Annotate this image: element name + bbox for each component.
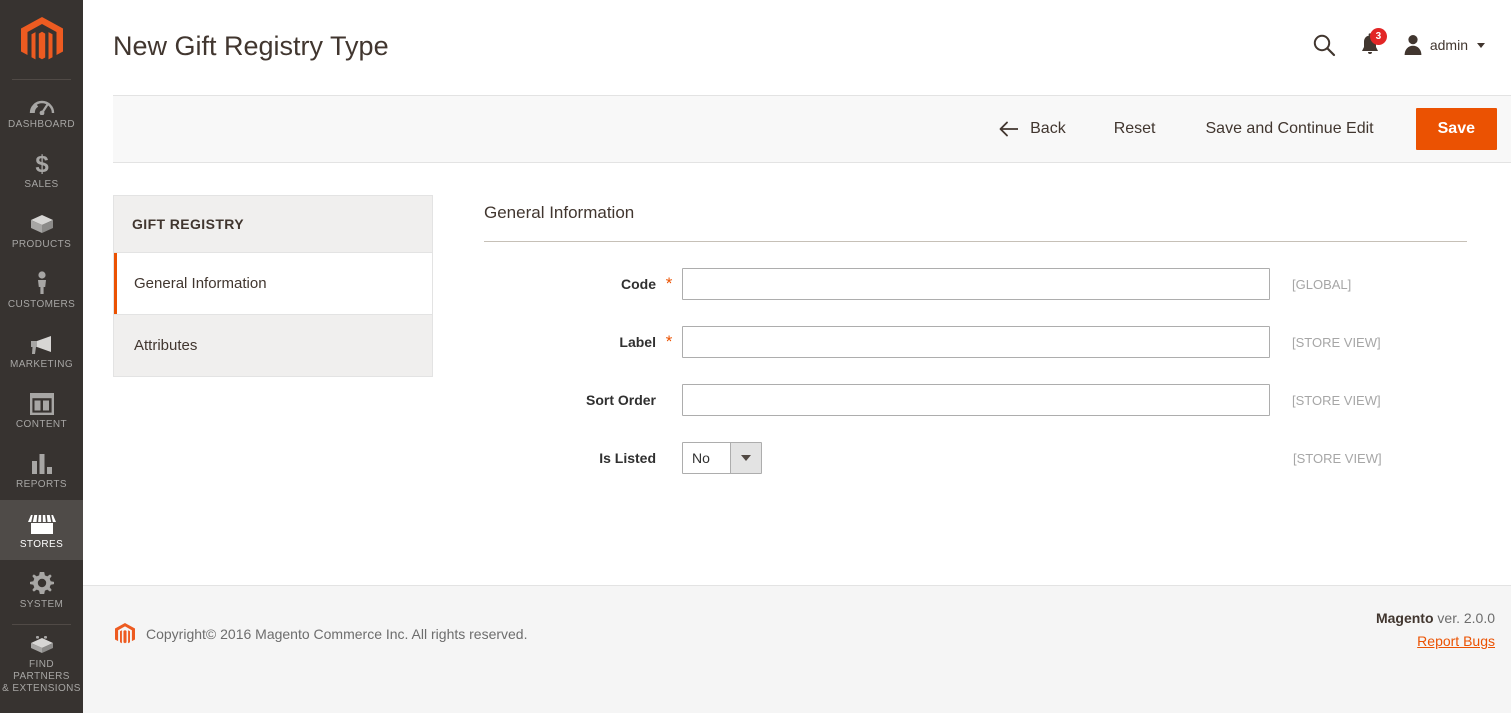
tab-label: Attributes (134, 337, 198, 354)
sidebar-item-find-partners[interactable]: FIND PARTNERS & EXTENSIONS (0, 629, 83, 695)
sidebar-item-label: MARKETING (9, 359, 74, 370)
sidebar-item-label: REPORTS (16, 479, 67, 490)
page-header: New Gift Registry Type 3 admin (83, 0, 1511, 90)
chevron-down-icon (1477, 42, 1485, 48)
save-and-continue-edit-button[interactable]: Save and Continue Edit (1192, 114, 1388, 144)
bar-chart-icon (30, 449, 54, 475)
tab-label: General Information (134, 275, 267, 292)
is-listed-select[interactable]: No (682, 442, 762, 474)
layout-icon (29, 389, 54, 415)
dollar-icon: $ (33, 149, 51, 175)
magento-logo-link[interactable] (0, 0, 83, 80)
sidebar-item-content[interactable]: CONTENT (0, 380, 83, 440)
sidebar-item-reports[interactable]: REPORTS (0, 440, 83, 500)
version-number: ver. 2.0.0 (1433, 610, 1495, 626)
chevron-down-icon (741, 455, 751, 461)
svg-text:$: $ (35, 151, 49, 175)
sort-order-scope-label: [STORE VIEW] (1292, 392, 1381, 408)
copyright-text: Copyright© 2016 Magento Commerce Inc. Al… (146, 626, 528, 642)
sidebar-item-label: FIND PARTNERS & EXTENSIONS (2, 659, 81, 694)
storefront-icon (27, 509, 57, 535)
header-actions: 3 admin (1301, 22, 1491, 68)
sidebar-item-dashboard[interactable]: DASHBOARD (0, 80, 83, 140)
sidebar-item-label: STORES (19, 539, 64, 550)
general-information-form: General Information Code * [GLOBAL] Labe… (484, 203, 1467, 474)
page-footer: Copyright© 2016 Magento Commerce Inc. Al… (83, 585, 1511, 713)
sidebar-item-label: CONTENT (15, 419, 68, 430)
sidebar-item-label: CUSTOMERS (7, 299, 76, 310)
box-icon (29, 209, 55, 235)
sort-order-field-label: Sort Order (585, 392, 656, 408)
version-text: Magento ver. 2.0.0 (1376, 610, 1495, 626)
label-scope-label: [STORE VIEW] (1292, 334, 1381, 350)
form-section-title: General Information (484, 203, 1467, 242)
sidebar-item-marketing[interactable]: MARKETING (0, 320, 83, 380)
tab-general-information[interactable]: General Information (114, 253, 432, 315)
select-dropdown-button[interactable] (730, 443, 761, 473)
tab-attributes[interactable]: Attributes (114, 315, 432, 376)
nav-divider (12, 624, 71, 625)
code-scope-label: [GLOBAL] (1292, 276, 1352, 292)
field-row-is-listed: Is Listed * No [STORE VIEW] (484, 442, 1467, 474)
brand-name: Magento (1375, 610, 1434, 626)
sidebar-item-customers[interactable]: CUSTOMERS (0, 260, 83, 320)
label-field-label: Label (619, 334, 656, 350)
page-body: GIFT REGISTRY General Information Attrib… (83, 163, 1511, 585)
arrow-left-icon (999, 121, 1019, 137)
code-field-label: Code (621, 276, 656, 292)
admin-page: DASHBOARD $ SALES PRODUCTS CUSTOMERS MAR… (0, 0, 1511, 713)
field-row-sort-order: Sort Order * [STORE VIEW] (484, 384, 1467, 416)
sidebar-item-stores[interactable]: STORES (0, 500, 83, 560)
left-navigation: DASHBOARD $ SALES PRODUCTS CUSTOMERS MAR… (0, 0, 83, 713)
label-input[interactable] (682, 326, 1270, 358)
required-asterisk-placeholder: * (656, 395, 682, 405)
reset-button[interactable]: Reset (1100, 114, 1170, 144)
tabs-panel-heading: GIFT REGISTRY (114, 196, 432, 253)
save-button[interactable]: Save (1415, 108, 1497, 150)
page-title: New Gift Registry Type (113, 31, 389, 61)
required-asterisk-icon: * (665, 274, 673, 293)
sidebar-item-products[interactable]: PRODUCTS (0, 200, 83, 260)
footer-copyright-block: Copyright© 2016 Magento Commerce Inc. Al… (115, 623, 528, 645)
megaphone-icon (29, 329, 55, 355)
search-button[interactable] (1301, 22, 1347, 68)
sidebar-item-label: SYSTEM (19, 599, 64, 610)
sidebar-item-system[interactable]: SYSTEM (0, 560, 83, 620)
back-button-label: Back (1030, 120, 1066, 137)
is-listed-scope-label: [STORE VIEW] (1293, 450, 1382, 466)
dashboard-icon (29, 89, 55, 115)
sort-order-input[interactable] (682, 384, 1270, 416)
user-menu[interactable]: admin (1393, 22, 1491, 68)
person-icon (34, 269, 50, 295)
brick-icon (29, 629, 55, 655)
is-listed-selected-value: No (692, 450, 710, 466)
sidebar-item-label: SALES (24, 179, 59, 190)
is-listed-field-label: Is Listed (599, 450, 656, 466)
report-bugs-link[interactable]: Report Bugs (1376, 633, 1495, 649)
gear-icon (29, 569, 54, 595)
field-row-label: Label * [STORE VIEW] (484, 326, 1467, 358)
field-row-code: Code * [GLOBAL] (484, 268, 1467, 300)
footer-version-block: Magento ver. 2.0.0 Report Bugs (1376, 610, 1495, 649)
notifications-button[interactable]: 3 (1347, 22, 1393, 68)
sidebar-item-label: DASHBOARD (8, 119, 75, 130)
back-button[interactable]: Back (987, 114, 1078, 144)
magento-logo-icon (20, 17, 63, 60)
user-avatar-icon (1404, 35, 1422, 55)
user-name-label: admin (1429, 37, 1468, 53)
sidebar-item-label: PRODUCTS (11, 239, 72, 250)
search-icon (1313, 34, 1335, 57)
sidebar-item-sales[interactable]: $ SALES (0, 140, 83, 200)
required-asterisk-placeholder: * (656, 453, 682, 463)
page-actions-toolbar: Back Reset Save and Continue Edit Save (113, 95, 1511, 163)
required-asterisk-icon: * (665, 332, 673, 351)
magento-logo-icon (115, 623, 135, 644)
code-input[interactable] (682, 268, 1270, 300)
gift-registry-tabs-panel: GIFT REGISTRY General Information Attrib… (113, 195, 433, 377)
notification-count-badge: 3 (1369, 28, 1387, 45)
